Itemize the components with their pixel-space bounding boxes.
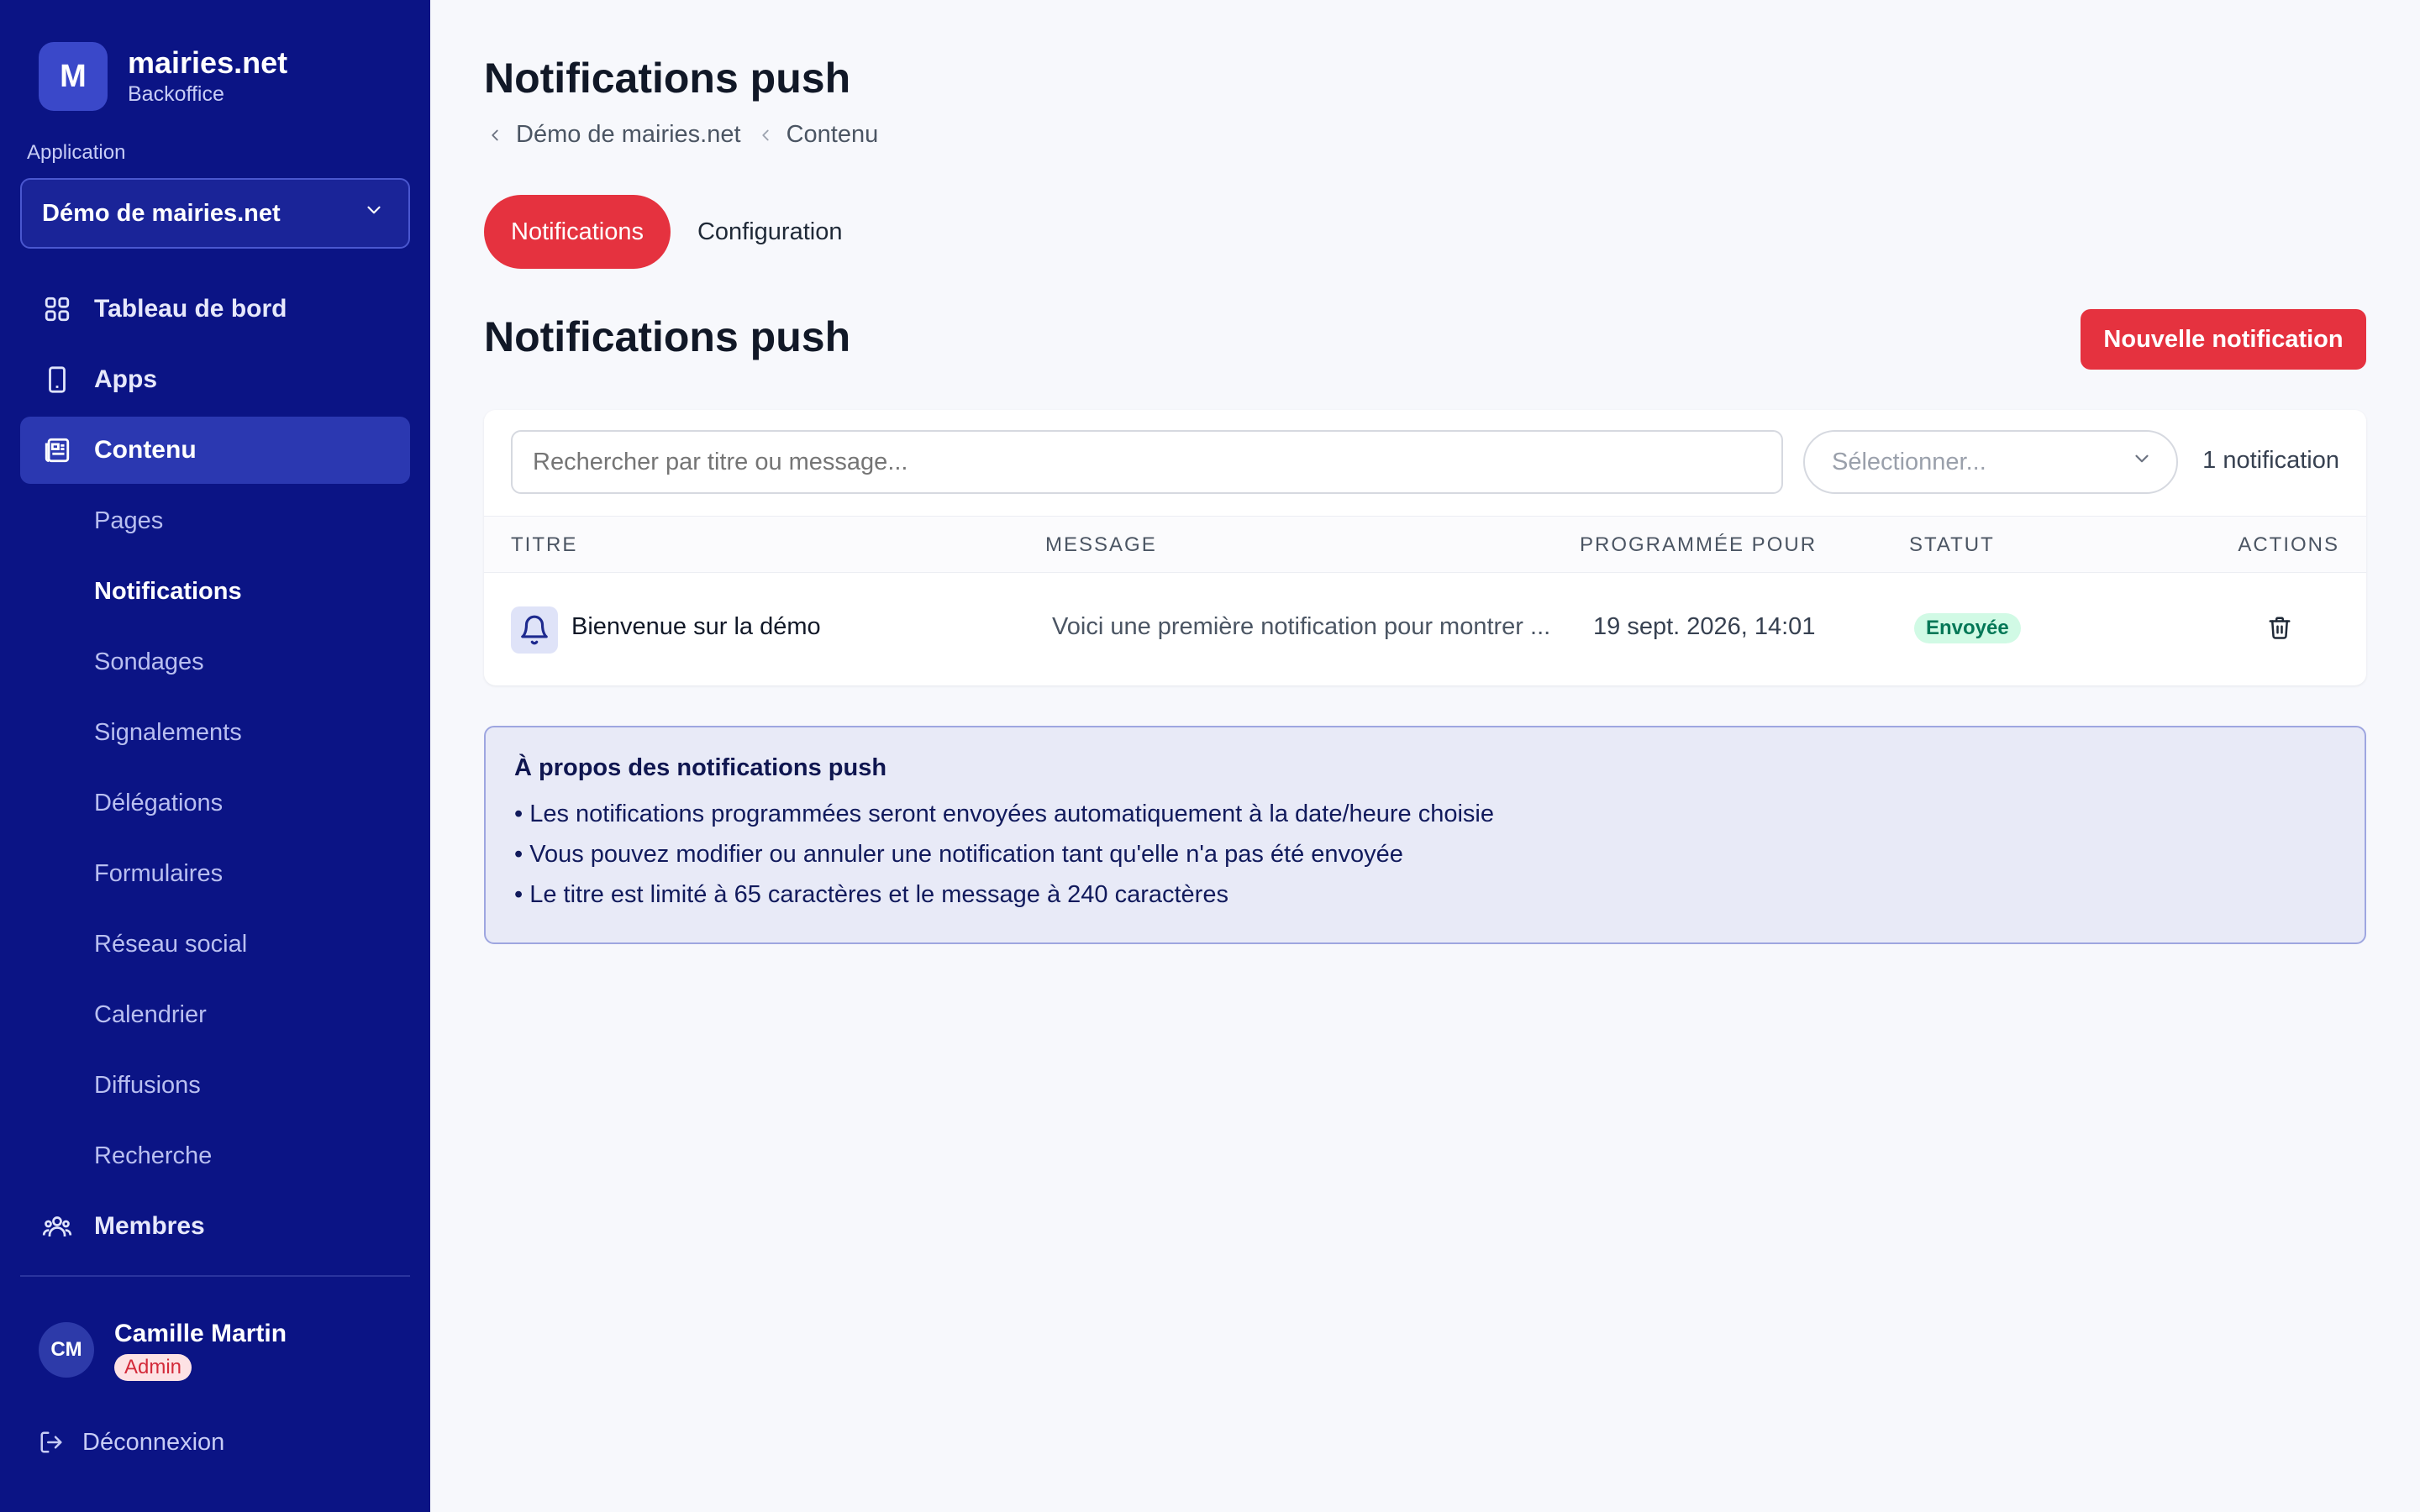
status-filter-select[interactable]: Sélectionner... [1803,430,2178,494]
role-badge: Admin [114,1354,192,1381]
info-line-text: Vous pouvez modifier ou annuler une noti… [529,841,1403,868]
row-scheduled: 19 sept. 2026, 14:01 [1593,613,1816,640]
chevron-left-icon [486,126,504,144]
brand-subtitle: Backoffice [128,82,224,106]
application-select-value: Démo de mairies.net [42,199,281,227]
users-icon [40,1210,74,1243]
application-select[interactable]: Démo de mairies.net [20,178,410,249]
tab-configuration[interactable]: Configuration [671,195,870,269]
brand[interactable]: M mairies.net Backoffice [39,42,287,111]
sidebar-item-members[interactable]: Membres [20,1193,410,1260]
avatar: CM [39,1322,94,1378]
info-line: • Vous pouvez modifier ou annuler une no… [514,841,1403,868]
sidebar-subitem-calendrier[interactable]: Calendrier [94,990,207,1040]
breadcrumb: Démo de mairies.net Contenu [486,121,893,149]
column-header-actions: ACTIONS [2238,533,2339,556]
user-profile[interactable]: CM Camille Martin Admin [39,1319,287,1381]
info-line: • Le titre est limité à 65 caractères et… [514,881,1228,908]
column-header-message[interactable]: MESSAGE [1045,533,1157,557]
sidebar-subitem-formulaires[interactable]: Formulaires [94,848,223,899]
sidebar-subitem-notifications[interactable]: Notifications [94,566,242,617]
sidebar-item-label: Membres [94,1212,205,1240]
new-notification-button[interactable]: Nouvelle notification [2081,309,2366,370]
logout-label: Déconnexion [82,1428,225,1456]
chevron-down-icon [2131,448,2153,476]
newspaper-icon [40,433,74,467]
smartphone-icon [40,363,74,396]
info-line: • Les notifications programmées seront e… [514,801,1494,827]
grid-icon [40,292,74,326]
delete-icon[interactable] [2267,615,2292,644]
search-input[interactable] [511,430,1783,494]
sidebar-item-label: Tableau de bord [94,295,287,323]
table-header: TITRE MESSAGE PROGRAMMÉE POUR STATUT ACT… [484,516,2366,573]
column-header-status[interactable]: STATUT [1909,533,1995,557]
column-header-scheduled[interactable]: PROGRAMMÉE POUR [1580,533,1817,557]
sidebar-item-dashboard[interactable]: Tableau de bord [20,276,410,343]
application-label: Application [27,141,126,164]
sidebar-divider [20,1275,410,1277]
sidebar: M mairies.net Backoffice Application Dém… [0,0,430,1512]
tab-notifications[interactable]: Notifications [484,195,671,269]
row-title: Bienvenue sur la démo [571,613,821,640]
sidebar-item-label: Apps [94,365,157,393]
status-filter-placeholder: Sélectionner... [1832,448,1986,475]
sidebar-subitem-pages[interactable]: Pages [94,496,163,546]
sidebar-subitem-sondages[interactable]: Sondages [94,637,204,687]
breadcrumb-item-app[interactable]: Démo de mairies.net [516,121,741,149]
sidebar-item-apps[interactable]: Apps [20,346,410,413]
sidebar-subitem-signalements[interactable]: Signalements [94,707,242,758]
info-box: À propos des notifications push • Les no… [484,726,2366,944]
notification-count: 1 notification [2202,447,2339,474]
sidebar-subitem-diffusions[interactable]: Diffusions [94,1060,201,1110]
sidebar-subitem-delegations[interactable]: Délégations [94,778,223,828]
breadcrumb-item-content[interactable]: Contenu [786,121,879,149]
chevron-left-icon [756,126,775,144]
tabs: Notifications Configuration [484,195,869,269]
sidebar-subitem-recherche[interactable]: Recherche [94,1131,212,1181]
logout-icon [39,1428,67,1457]
sidebar-item-label: Contenu [94,436,197,464]
info-line-text: Le titre est limité à 65 caractères et l… [529,881,1228,908]
info-line-text: Les notifications programmées seront env… [529,801,1494,827]
column-header-title[interactable]: TITRE [511,533,577,557]
section-title: Notifications push [484,313,851,360]
table-row[interactable]: Bienvenue sur la démo Voici une première… [484,573,2366,685]
notifications-table-card: Sélectionner... 1 notification TITRE MES… [484,410,2366,685]
info-title: À propos des notifications push [514,754,887,781]
status-badge: Envoyée [1914,613,2021,643]
chevron-down-icon [363,199,385,228]
logout-button[interactable]: Déconnexion [39,1428,224,1457]
brand-name: mairies.net [128,45,288,80]
bell-icon [511,606,558,654]
page-title: Notifications push [484,55,851,102]
sidebar-item-content[interactable]: Contenu [20,417,410,484]
brand-logo: M [39,42,108,111]
row-message: Voici une première notification pour mon… [1052,613,1551,640]
sidebar-subitem-reseau-social[interactable]: Réseau social [94,919,247,969]
user-name: Camille Martin [114,1320,287,1347]
